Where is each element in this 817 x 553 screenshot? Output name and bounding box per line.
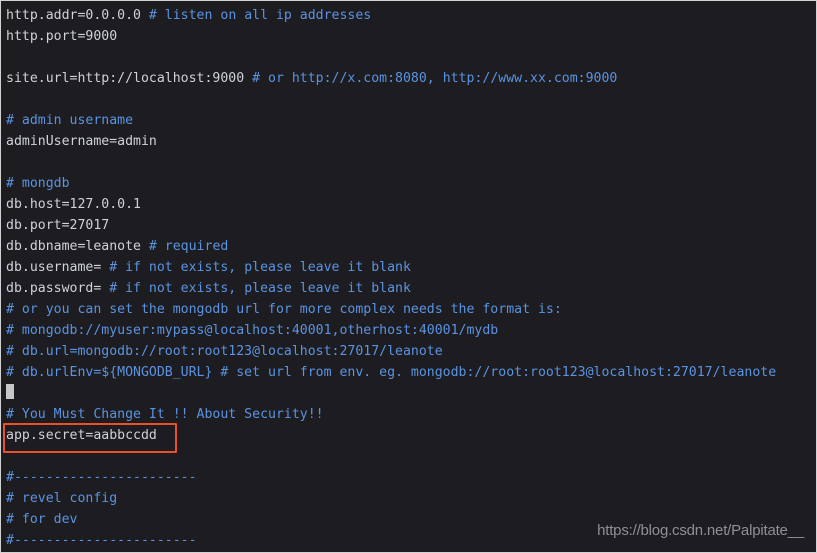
- config-comment-text: # listen on all ip addresses: [148, 8, 372, 23]
- config-comment-text: # db.urlEnv=${MONGODB_URL} # set url fro…: [6, 365, 777, 380]
- config-setting-text: db.host=127.0.0.1: [6, 197, 141, 212]
- code-line[interactable]: db.host=127.0.0.1: [6, 194, 816, 215]
- text-cursor: [6, 384, 14, 399]
- config-setting-text: db.port=27017: [6, 218, 110, 233]
- config-setting-text: http.addr=0.0.0.0: [6, 8, 149, 23]
- config-setting-text: adminUsername=admin: [6, 134, 157, 149]
- config-comment-text: # You Must Change It !! About Security!!: [6, 407, 324, 422]
- config-comment-text: # mongodb://myuser:mypass@localhost:4000…: [6, 323, 499, 338]
- config-setting-text: db.password=: [6, 281, 110, 296]
- code-line[interactable]: [6, 152, 816, 173]
- code-editor-screenshot: http.addr=0.0.0.0 # listen on all ip add…: [0, 0, 817, 553]
- code-line[interactable]: # You Must Change It !! About Security!!: [6, 404, 816, 425]
- code-line[interactable]: site.url=http://localhost:9000 # or http…: [6, 68, 816, 89]
- code-line[interactable]: adminUsername=admin: [6, 131, 816, 152]
- code-line[interactable]: app.secret=aabbccdd: [6, 425, 816, 446]
- code-line[interactable]: [6, 383, 816, 404]
- config-comment-text: # mongdb: [6, 176, 70, 191]
- csdn-watermark: https://blog.csdn.net/Palpitate__: [597, 522, 804, 539]
- config-comment-text: # or http://x.com:8080, http://www.xx.co…: [252, 71, 618, 86]
- config-setting-text: db.dbname=leanote: [6, 239, 149, 254]
- config-file-content[interactable]: http.addr=0.0.0.0 # listen on all ip add…: [1, 1, 816, 552]
- code-line[interactable]: [6, 89, 816, 110]
- code-line[interactable]: # mongodb://myuser:mypass@localhost:4000…: [6, 320, 816, 341]
- config-comment-text: #-----------------------: [6, 470, 197, 485]
- code-line[interactable]: # mongdb: [6, 173, 816, 194]
- code-line[interactable]: # db.url=mongodb://root:root123@localhos…: [6, 341, 816, 362]
- config-comment-text: # if not exists, please leave it blank: [109, 281, 411, 296]
- config-setting-text: site.url=http://localhost:9000: [6, 71, 253, 86]
- config-comment-text: # admin username: [6, 113, 134, 128]
- config-comment-text: # db.url=mongodb://root:root123@localhos…: [6, 344, 443, 359]
- code-line[interactable]: # revel config: [6, 488, 816, 509]
- code-line[interactable]: #-----------------------: [6, 467, 816, 488]
- code-line[interactable]: db.dbname=leanote # required: [6, 236, 816, 257]
- code-line[interactable]: http.port=9000: [6, 26, 816, 47]
- code-line[interactable]: # admin username: [6, 110, 816, 131]
- config-comment-text: # or you can set the mongodb url for mor…: [6, 302, 562, 317]
- config-setting-text: http.port=9000: [6, 29, 118, 44]
- config-comment-text: # if not exists, please leave it blank: [109, 260, 411, 275]
- code-line[interactable]: # or you can set the mongodb url for mor…: [6, 299, 816, 320]
- config-comment-text: # for dev: [6, 512, 78, 527]
- config-comment-text: # revel config: [6, 491, 118, 506]
- config-comment-text: #-----------------------: [6, 533, 197, 548]
- code-line[interactable]: [6, 47, 816, 68]
- config-setting-text: db.username=: [6, 260, 110, 275]
- code-line[interactable]: db.port=27017: [6, 215, 816, 236]
- code-line[interactable]: # db.urlEnv=${MONGODB_URL} # set url fro…: [6, 362, 816, 383]
- config-comment-text: # required: [148, 239, 229, 254]
- config-setting-text: app.secret=aabbccdd: [6, 428, 157, 443]
- code-line[interactable]: [6, 446, 816, 467]
- code-line[interactable]: http.addr=0.0.0.0 # listen on all ip add…: [6, 5, 816, 26]
- code-line[interactable]: db.password= # if not exists, please lea…: [6, 278, 816, 299]
- code-line[interactable]: db.username= # if not exists, please lea…: [6, 257, 816, 278]
